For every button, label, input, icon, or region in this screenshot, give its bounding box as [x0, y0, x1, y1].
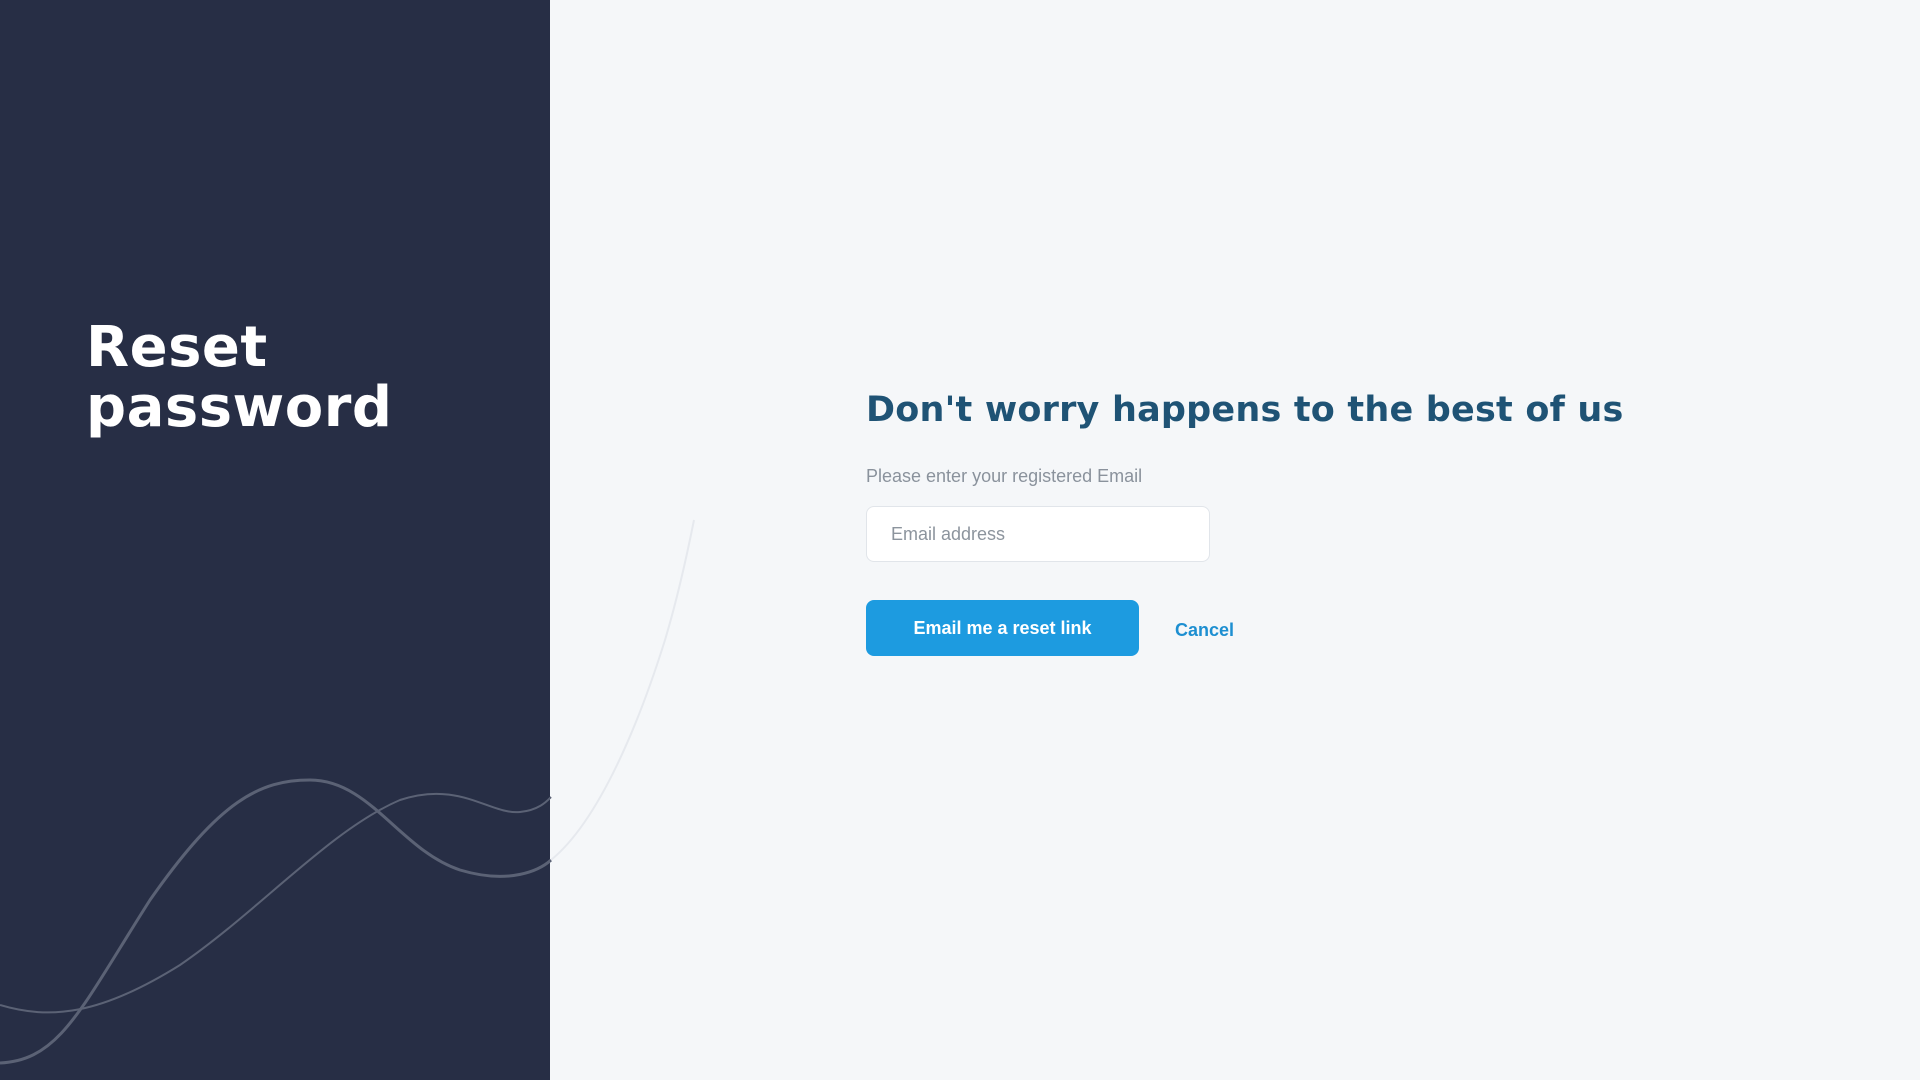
email-reset-link-button[interactable]: Email me a reset link: [866, 600, 1139, 656]
title-line-2: password: [86, 375, 393, 440]
wave-line-faint: [550, 519, 695, 861]
brand-panel: Reset password: [0, 0, 550, 1080]
form-heading: Don't worry happens to the best of us: [866, 390, 1624, 430]
cancel-link[interactable]: Cancel: [1175, 620, 1234, 641]
title-line-1: Reset: [86, 315, 268, 380]
form-actions: Email me a reset link Cancel: [866, 600, 1766, 656]
page-title: Reset password: [86, 318, 506, 438]
reset-password-page: Reset password Don't worry happens to th…: [0, 0, 1920, 1080]
form-instruction: Please enter your registered Email: [866, 466, 1143, 486]
reset-form: Don't worry happens to the best of us Pl…: [866, 386, 1766, 656]
email-input[interactable]: [866, 506, 1210, 562]
